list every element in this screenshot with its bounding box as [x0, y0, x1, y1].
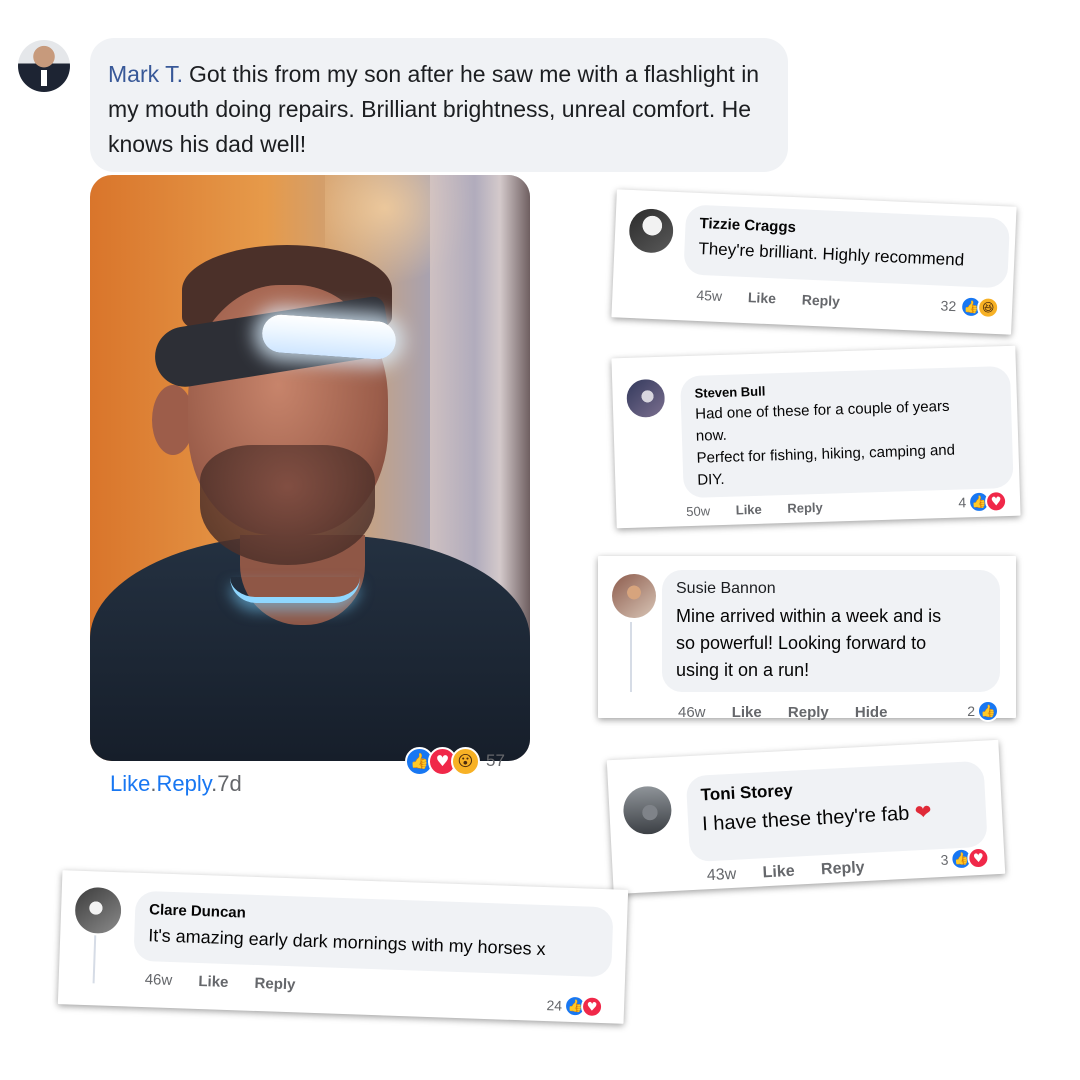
commenter-avatar[interactable] [622, 785, 673, 836]
main-comment-age: 7d [217, 771, 242, 796]
comment-reactions[interactable]: 24 👍 ♥ [546, 994, 604, 1019]
comment-reaction-count: 3 [940, 851, 949, 869]
comment-reply-link[interactable]: Reply [801, 292, 840, 310]
comment-actions: 45w Like Reply [696, 287, 862, 310]
main-reply-link[interactable]: Reply [156, 771, 211, 796]
comment-text-line: Mine arrived within a week and is [676, 606, 942, 626]
comment-reactions[interactable]: 4 👍 ♥ [958, 490, 1008, 514]
comment-actions: 46w Like Reply [144, 971, 317, 994]
haha-reaction-icon: 😆 [976, 296, 1000, 320]
comment-text-line: using it on a run! [676, 660, 810, 680]
comment-reactions[interactable]: 3 👍 ♥ [940, 846, 990, 871]
photo-beard [200, 445, 375, 565]
comment-reply-link[interactable]: Reply [254, 975, 295, 993]
comment-actions: 50w Like Reply [686, 499, 845, 519]
comment-card: Steven Bull Had one of these for a coupl… [611, 345, 1021, 529]
comment-bubble: Tizzie Craggs They're brilliant. Highly … [683, 204, 1011, 289]
love-reaction-icon: ♥ [580, 995, 604, 1019]
main-comment-photo[interactable] [90, 175, 530, 761]
comment-card: Susie Bannon Mine arrived within a week … [598, 556, 1016, 722]
comment-bubble: Toni Storey I have these they're fab ❤ [685, 760, 988, 863]
photo-neck-glow [230, 577, 360, 603]
comment-card: Clare Duncan It's amazing early dark mor… [57, 870, 629, 1024]
main-comment-bubble: Mark T. Got this from my son after he saw… [90, 38, 788, 172]
comment-age: 46w [144, 971, 173, 990]
comment-reaction-count: 32 [940, 297, 957, 315]
comment-age: 50w [686, 503, 711, 520]
main-like-link[interactable]: Like [110, 771, 150, 796]
comment-hide-link[interactable]: Hide [855, 704, 888, 721]
comment-age: 43w [706, 865, 737, 885]
comment-bubble: Steven Bull Had one of these for a coupl… [680, 365, 1014, 499]
main-comment-avatar[interactable] [18, 40, 70, 92]
main-comment-text: Got this from my son after he saw me wit… [108, 61, 760, 157]
wow-reaction-icon: 😮 [451, 746, 480, 776]
thread-line [630, 622, 632, 692]
comment-reaction-count: 24 [546, 997, 563, 1014]
comment-card: Tizzie Craggs They're brilliant. Highly … [611, 189, 1017, 335]
comment-reaction-count: 2 [967, 703, 975, 719]
main-comment-reactions[interactable]: 👍 ♥ 😮 57 [405, 744, 530, 778]
comment-reaction-count: 4 [958, 494, 967, 511]
main-reaction-count: 57 [486, 751, 505, 770]
comment-reactions[interactable]: 2 👍 [967, 700, 999, 722]
comment-reply-link[interactable]: Reply [787, 500, 823, 516]
commenter-avatar[interactable] [628, 207, 675, 254]
main-comment-actions: Like.Reply.7d [110, 771, 242, 797]
heart-emoji-icon: ❤ [914, 799, 933, 825]
comment-card: Toni Storey I have these they're fab ❤ 4… [606, 739, 1006, 895]
main-comment-author[interactable]: Mark T. [108, 61, 183, 87]
commenter-avatar[interactable] [612, 574, 656, 618]
comment-reply-link[interactable]: Reply [788, 704, 829, 721]
love-reaction-icon: ♥ [984, 490, 1008, 513]
comment-age: 45w [696, 286, 723, 305]
comment-like-link[interactable]: Like [736, 502, 762, 518]
comment-like-link[interactable]: Like [762, 863, 795, 882]
comment-reply-link[interactable]: Reply [821, 859, 865, 878]
comment-like-link[interactable]: Like [748, 289, 777, 306]
comment-actions: 46w Like Reply Hide [678, 704, 909, 721]
comment-text-body: I have these they're fab [701, 802, 910, 836]
commenter-avatar[interactable] [74, 886, 122, 935]
comment-bubble: Clare Duncan It's amazing early dark mor… [133, 890, 614, 978]
like-reaction-icon: 👍 [977, 700, 999, 722]
commenter-name[interactable]: Susie Bannon [676, 580, 986, 598]
comment-like-link[interactable]: Like [198, 973, 229, 991]
thread-line [92, 935, 97, 984]
love-reaction-icon: ♥ [966, 846, 990, 870]
comment-bubble: Susie Bannon Mine arrived within a week … [662, 570, 1000, 692]
comment-text-line: so powerful! Looking forward to [676, 633, 927, 653]
commenter-avatar[interactable] [626, 378, 666, 418]
comment-actions: 43w Like Reply [706, 858, 887, 885]
comment-age: 46w [678, 704, 706, 721]
comment-reactions[interactable]: 32 👍 😆 [940, 295, 1000, 320]
comment-like-link[interactable]: Like [732, 704, 762, 721]
